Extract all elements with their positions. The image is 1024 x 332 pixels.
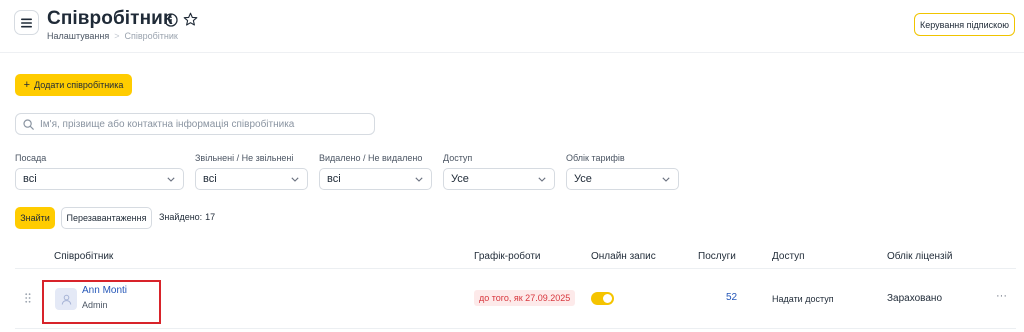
filter-value: всі [327,173,341,185]
grant-access-link[interactable]: Надати доступ [772,294,834,304]
reload-button[interactable]: Перезавантаження [61,207,152,229]
manage-subscription-button[interactable]: Керування підпискою [914,13,1015,36]
employee-highlight-box [42,280,161,324]
chevron-down-icon [415,176,423,182]
drag-handle-icon[interactable] [25,293,31,303]
chevron-down-icon [662,176,670,182]
add-employee-button[interactable]: + Додати співробітника [15,74,132,96]
menu-button[interactable] [14,10,39,35]
plus-icon: + [23,78,31,91]
more-icon[interactable]: ··· [996,290,1007,302]
chevron-down-icon [291,176,299,182]
schedule-badge[interactable]: до того, як 27.09.2025 [474,290,576,306]
column-header-access[interactable]: Доступ [772,251,805,262]
find-button[interactable]: Знайти [15,207,55,229]
services-count-link[interactable]: 52 [726,292,737,303]
add-employee-label: Додати співробітника [34,80,124,90]
page-title: Співробітник [47,8,173,29]
info-icon[interactable] [164,13,178,27]
breadcrumb-current: Співробітник [124,31,178,41]
chevron-down-icon [538,176,546,182]
filter-label: Видалено / Не видалено [319,153,423,163]
filter-value: всі [23,173,37,185]
column-header-license[interactable]: Облік ліцензій [887,251,952,262]
breadcrumb-parent-link[interactable]: Налаштування [47,31,109,41]
filter-tariff: Облік тарифів Усе [566,153,679,190]
column-header-services[interactable]: Послуги [698,251,736,262]
found-count: Знайдено: 17 [159,212,215,222]
chevron-down-icon [167,176,175,182]
filter-dismissed: Звільнені / Не звільнені всі [195,153,308,190]
breadcrumb: Налаштування > Співробітник [47,31,178,41]
table-row-divider [15,328,1016,329]
found-label: Знайдено: [159,212,203,222]
filter-position: Посада всі [15,153,184,190]
license-status: Зараховано [887,293,943,304]
filter-position-select[interactable]: всі [15,168,184,190]
filter-tariff-select[interactable]: Усе [566,168,679,190]
breadcrumb-separator: > [114,31,120,41]
filter-value: всі [203,173,217,185]
search-input[interactable] [40,118,370,130]
column-header-employee[interactable]: Співробітник [54,251,113,262]
filter-label: Облік тарифів [566,153,625,163]
search-icon [23,118,34,130]
online-booking-toggle[interactable] [591,292,614,305]
filter-access-select[interactable]: Усе [443,168,555,190]
filter-label: Доступ [443,153,473,163]
filter-label: Посада [15,153,47,163]
found-number: 17 [205,212,216,222]
filter-value: Усе [574,173,592,185]
table-header-divider [15,268,1016,269]
column-header-online-booking[interactable]: Онлайн запис [591,251,656,262]
search-box[interactable] [15,113,375,135]
filter-value: Усе [451,173,469,185]
filter-deleted-select[interactable]: всі [319,168,432,190]
star-icon[interactable] [183,12,198,27]
filter-dismissed-select[interactable]: всі [195,168,308,190]
column-header-schedule[interactable]: Графік-роботи [474,251,541,262]
filter-deleted: Видалено / Не видалено всі [319,153,432,190]
filter-access: Доступ Усе [443,153,555,190]
menu-icon [21,18,32,27]
header-divider [0,52,1024,53]
filter-label: Звільнені / Не звільнені [195,153,294,163]
